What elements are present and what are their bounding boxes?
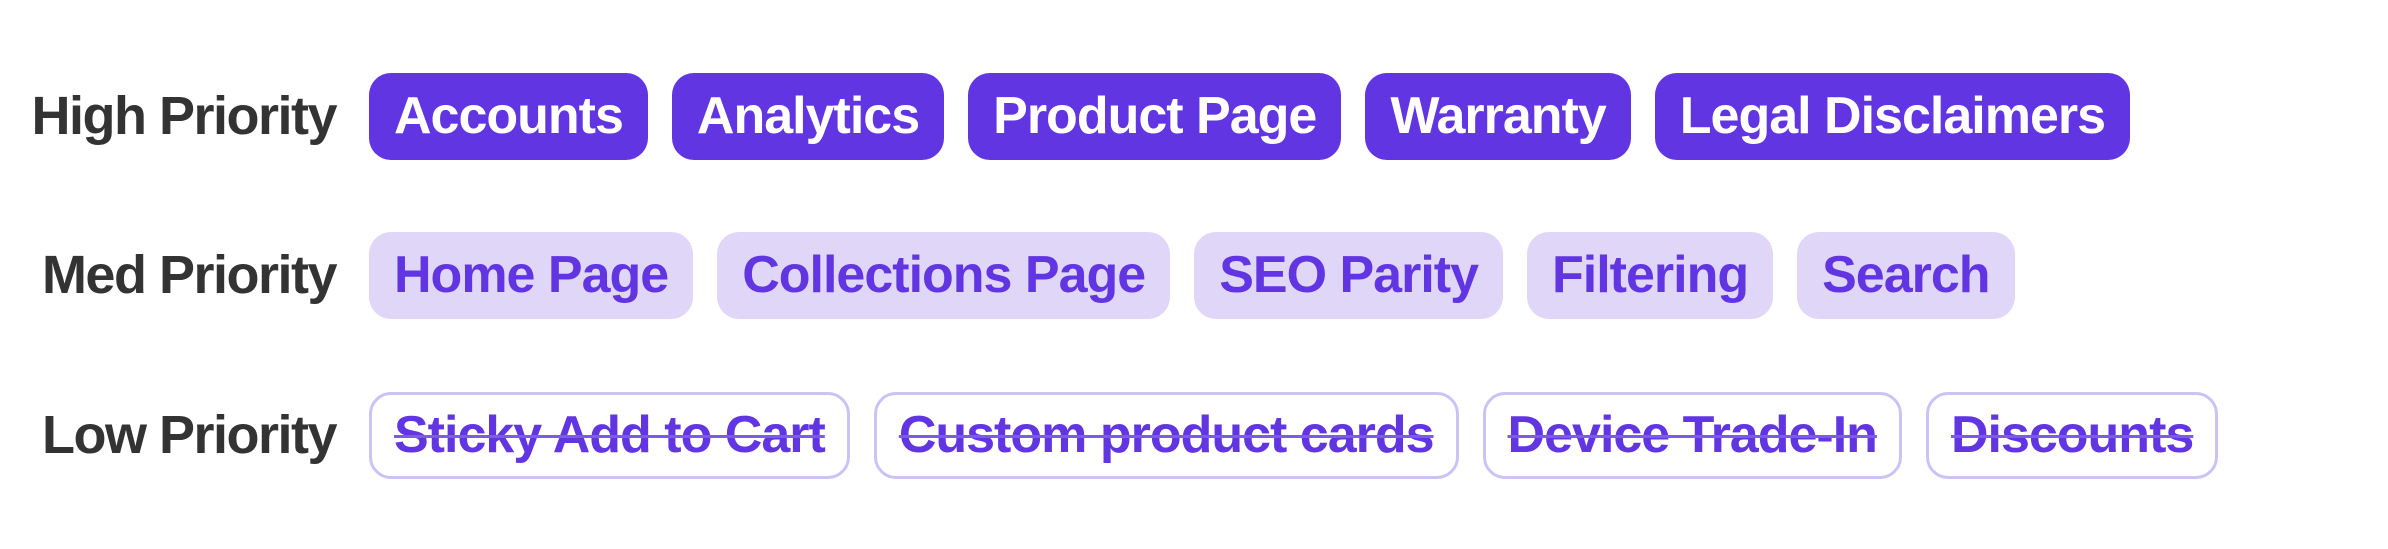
tag-label: Filtering — [1552, 246, 1749, 304]
tag-label-struck: Custom product cards — [898, 406, 1435, 464]
priority-row-med: Med Priority Home Page Collections Page … — [0, 231, 2015, 319]
tag-label: Home Page — [394, 246, 669, 304]
tag-device-trade-in[interactable]: Device Trade-In — [1482, 391, 1902, 479]
tag-custom-product-cards[interactable]: Custom product cards — [873, 391, 1459, 479]
tag-label: Accounts — [394, 87, 624, 145]
tag-label-struck: Sticky Add to Cart — [394, 406, 826, 464]
tag-label: Search — [1822, 246, 1990, 304]
row-label-med-priority: Med Priority — [41, 245, 338, 305]
tag-discounts[interactable]: Discounts — [1925, 391, 2219, 479]
tag-label: Product Page — [993, 87, 1317, 145]
priority-row-low: Low Priority Sticky Add to Cart Custom p… — [0, 391, 2219, 479]
row-label-low-priority: Low Priority — [41, 405, 338, 465]
tag-list-high-priority: Accounts Analytics Product Page Warranty… — [369, 72, 2131, 160]
tag-seo-parity[interactable]: SEO Parity — [1194, 231, 1504, 319]
tag-label-struck: Discounts — [1950, 406, 2194, 464]
tag-label-struck: Device Trade-In — [1507, 406, 1878, 464]
tag-list-med-priority: Home Page Collections Page SEO Parity Fi… — [369, 231, 2015, 319]
tag-warranty[interactable]: Warranty — [1365, 72, 1631, 160]
tag-product-page[interactable]: Product Page — [968, 72, 1342, 160]
tag-label: Warranty — [1390, 87, 1606, 145]
tag-label: SEO Parity — [1219, 246, 1479, 304]
tag-label: Analytics — [696, 87, 920, 145]
tag-legal-disclaimers[interactable]: Legal Disclaimers — [1654, 72, 2131, 160]
tag-collections-page[interactable]: Collections Page — [717, 231, 1171, 319]
tag-home-page[interactable]: Home Page — [369, 231, 694, 319]
tag-search[interactable]: Search — [1797, 231, 2015, 319]
tag-analytics[interactable]: Analytics — [671, 72, 945, 160]
row-label-high-priority: High Priority — [31, 86, 337, 146]
priority-row-high: High Priority Accounts Analytics Product… — [0, 72, 2131, 160]
tag-list-low-priority: Sticky Add to Cart Custom product cards … — [369, 391, 2219, 479]
tag-accounts[interactable]: Accounts — [369, 72, 648, 160]
tag-label: Legal Disclaimers — [1679, 87, 2106, 145]
tag-filtering[interactable]: Filtering — [1527, 231, 1774, 319]
tag-label: Collections Page — [742, 246, 1146, 304]
tag-sticky-add-to-cart[interactable]: Sticky Add to Cart — [369, 391, 850, 479]
